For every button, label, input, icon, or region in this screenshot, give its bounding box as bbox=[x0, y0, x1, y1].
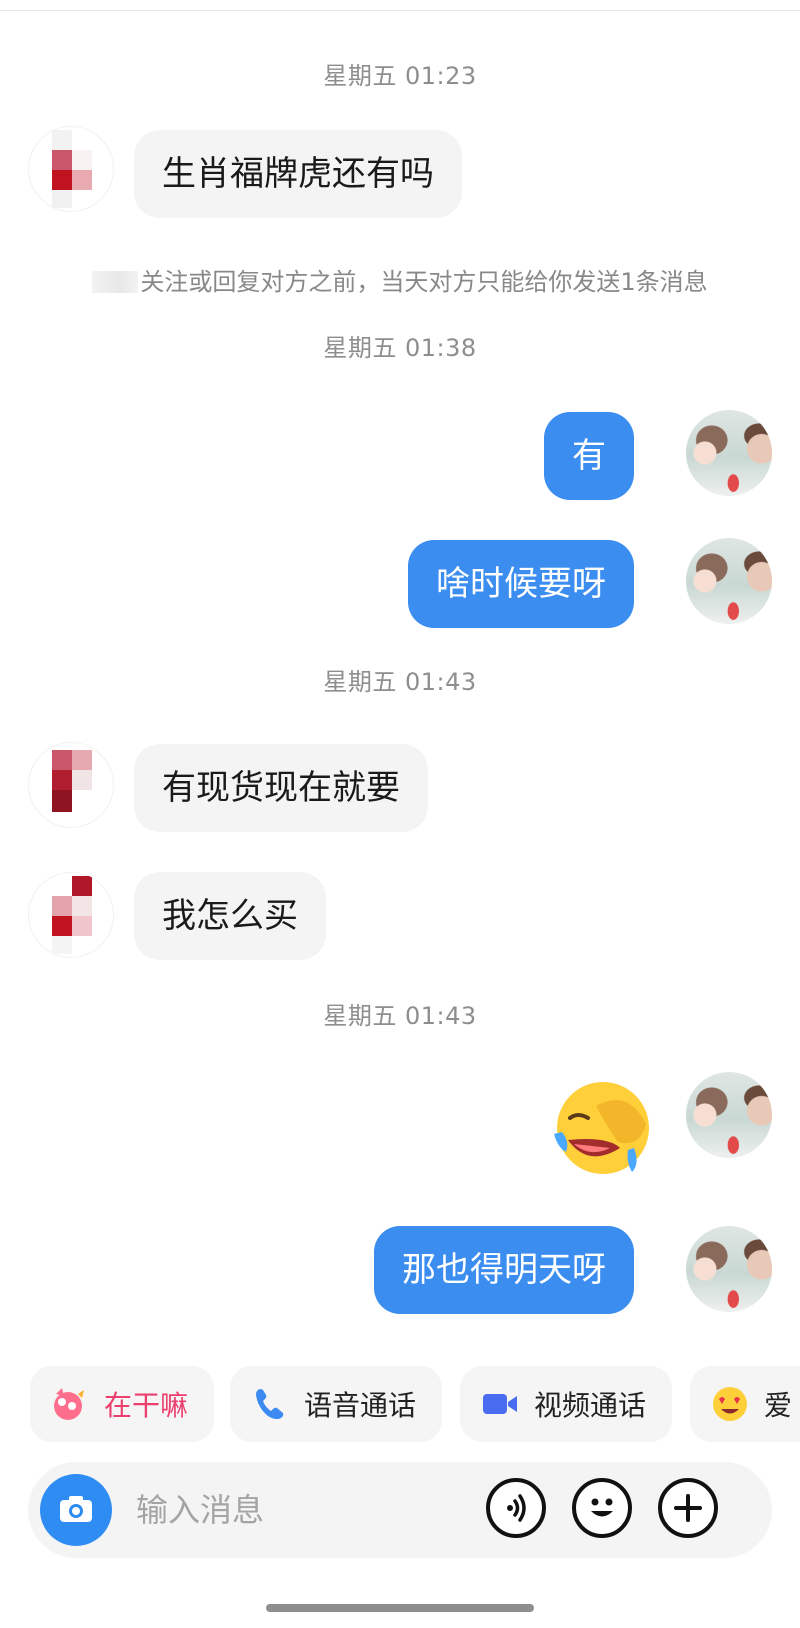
incoming-message-bubble[interactable]: 我怎么买 bbox=[134, 872, 326, 960]
plus-icon bbox=[674, 1494, 702, 1522]
timestamp: 星期五 01:43 bbox=[323, 1002, 477, 1030]
my-avatar[interactable] bbox=[686, 410, 772, 496]
top-divider bbox=[0, 10, 800, 11]
quick-action-love[interactable]: 爱 bbox=[690, 1366, 800, 1442]
incoming-message-bubble[interactable]: 生肖福牌虎还有吗 bbox=[134, 130, 462, 218]
message-input[interactable]: 输入消息 bbox=[136, 1462, 264, 1558]
outgoing-message-bubble[interactable]: 啥时候要呀 bbox=[408, 540, 634, 628]
outgoing-message-bubble[interactable]: 有 bbox=[544, 412, 634, 500]
contact-avatar[interactable] bbox=[28, 872, 114, 958]
incoming-message-bubble[interactable]: 有现货现在就要 bbox=[134, 744, 428, 832]
outgoing-message-bubble[interactable]: 那也得明天呀 bbox=[374, 1226, 634, 1314]
quick-action-label: 在干嘛 bbox=[104, 1389, 189, 1422]
home-indicator[interactable] bbox=[266, 1604, 534, 1612]
video-call-button[interactable]: 视频通话 bbox=[460, 1366, 672, 1442]
timestamp: 星期五 01:23 bbox=[323, 62, 477, 90]
quick-action-label: 爱 bbox=[764, 1389, 793, 1422]
timestamp: 星期五 01:43 bbox=[323, 668, 477, 696]
blurred-text bbox=[92, 271, 139, 293]
phone-icon bbox=[256, 1389, 284, 1420]
my-avatar[interactable] bbox=[686, 1072, 772, 1158]
smiley-icon bbox=[591, 1498, 613, 1517]
camera-button[interactable] bbox=[40, 1474, 112, 1546]
more-button[interactable] bbox=[658, 1478, 718, 1538]
heart-eyes-emoji-icon bbox=[713, 1387, 747, 1421]
contact-avatar[interactable] bbox=[28, 126, 114, 212]
voice-input-button[interactable] bbox=[486, 1478, 546, 1538]
laughing-crying-emoji-sticker[interactable] bbox=[548, 1078, 658, 1178]
quick-action-what-doing[interactable]: 在干嘛 bbox=[30, 1366, 214, 1442]
camera-icon bbox=[60, 1496, 92, 1522]
voice-wave-icon bbox=[507, 1494, 526, 1522]
message-input-bar: 输入消息 bbox=[28, 1462, 772, 1558]
my-avatar[interactable] bbox=[686, 1226, 772, 1312]
emoji-button[interactable] bbox=[572, 1478, 632, 1538]
video-camera-icon bbox=[483, 1394, 517, 1414]
quick-action-label: 语音通话 bbox=[304, 1389, 417, 1422]
voice-call-button[interactable]: 语音通话 bbox=[230, 1366, 442, 1442]
system-notice: 关注或回复对方之前，当天对方只能给你发送1条消息 bbox=[0, 262, 800, 297]
cat-hug-icon bbox=[54, 1388, 84, 1420]
my-avatar[interactable] bbox=[686, 538, 772, 624]
timestamp: 星期五 01:38 bbox=[323, 334, 477, 362]
quick-action-label: 视频通话 bbox=[534, 1389, 647, 1422]
contact-avatar[interactable] bbox=[28, 742, 114, 828]
